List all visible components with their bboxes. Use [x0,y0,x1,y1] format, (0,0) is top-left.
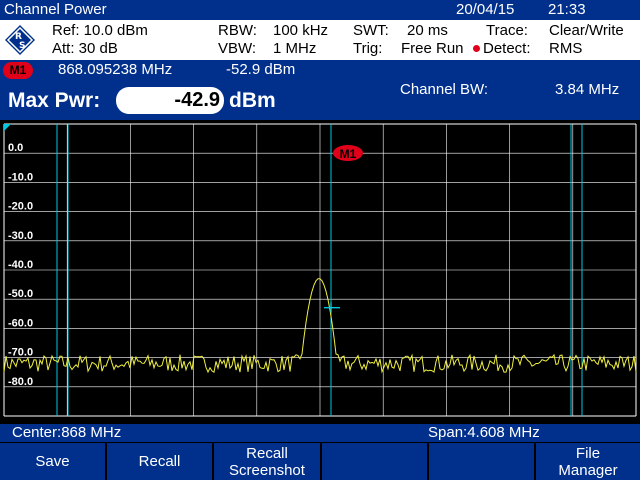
y-tick-label: -80.0 [8,376,33,388]
trig-label: Trig: [353,40,383,57]
settings-panel: R S Ref: 10.0 dBm Att: 30 dB RBW: 100 kH… [0,20,640,60]
marker-graph-badge[interactable]: M1 [333,145,363,161]
date-readout: 20/04/15 [456,1,515,18]
trace-label: Trace: [486,22,528,39]
status-bar: Center:868 MHz Span:4.608 MHz [0,424,640,442]
trace-value[interactable]: Clear/Write [549,22,624,40]
y-tick-label: -30.0 [8,230,33,242]
detector-indicator-icon [473,45,480,53]
svg-text:S: S [19,41,25,51]
rbw-label: RBW: [218,22,257,39]
detect-value[interactable]: RMS [549,40,582,58]
marker-badge[interactable]: M1 [3,62,33,79]
marker-crosshair-icon [324,302,340,313]
y-tick-label: -60.0 [8,317,33,329]
marker-level: -52.9 dBm [226,61,296,78]
y-tick-label: 0.0 [8,142,23,154]
swt-label: SWT: [353,22,389,39]
save-button[interactable]: Save [0,443,105,480]
swt-value[interactable]: 20 ms [407,22,448,40]
span-readout[interactable]: Span:4.608 MHz [428,424,540,442]
mode-title: Channel Power [4,1,107,18]
y-tick-label: -40.0 [8,259,33,271]
vbw-value[interactable]: 1 MHz [273,40,316,58]
rbw-value[interactable]: 100 kHz [273,22,328,40]
softkey-bar: Save Recall Recall Screenshot File Manager [0,442,640,480]
measurement-result-bar: Max Pwr: -42.9 dBm Channel BW: 3.84 MHz [0,80,640,120]
ref-level-setting[interactable]: Ref: 10.0 dBm [52,22,148,40]
graticule [3,123,637,417]
softkey-blank-4[interactable] [322,443,427,480]
rohde-schwarz-logo-icon: R S [5,25,35,55]
time-readout: 21:33 [548,1,586,18]
channel-bw-label: Channel BW: [400,81,489,98]
center-frequency[interactable]: Center:868 MHz [12,424,121,442]
title-bar: Channel Power 20/04/15 21:33 [0,0,640,20]
y-axis-ticks: 0.0 -10.0 -20.0 -30.0 -40.0 -50.0 -60.0 -70.0 -8… [8,142,33,388]
trig-value[interactable]: Free Run [401,40,464,58]
file-manager-button[interactable]: File Manager [536,443,640,480]
marker-frequency: 868.095238 MHz [58,61,173,78]
y-tick-label: -50.0 [8,288,33,300]
vbw-label: VBW: [218,40,257,57]
max-power-unit: dBm [229,89,276,112]
spectrum-display[interactable]: 0.0 -10.0 -20.0 -30.0 -40.0 -50.0 -60.0 -70.0 -8… [0,120,640,424]
detect-label: Detect: [473,40,531,58]
attenuation-setting[interactable]: Att: 30 dB [52,40,118,58]
trace-corner-indicator-icon [4,124,11,131]
softkey-blank-5[interactable] [429,443,534,480]
max-power-value: -42.9 [116,87,224,114]
y-tick-label: -20.0 [8,201,33,213]
spectrum-plot[interactable]: 0.0 -10.0 -20.0 -30.0 -40.0 -50.0 -60.0 -70.0 -8… [0,120,640,424]
y-tick-label: -70.0 [8,347,33,359]
y-tick-label: -10.0 [8,171,33,183]
max-power-label: Max Pwr: [8,89,101,112]
svg-text:M1: M1 [340,147,357,161]
channel-bw-value: 3.84 MHz [555,81,620,98]
recall-button[interactable]: Recall [107,443,212,480]
recall-screenshot-button[interactable]: Recall Screenshot [214,443,320,480]
marker-readout-bar: M1 868.095238 MHz -52.9 dBm [0,60,640,80]
